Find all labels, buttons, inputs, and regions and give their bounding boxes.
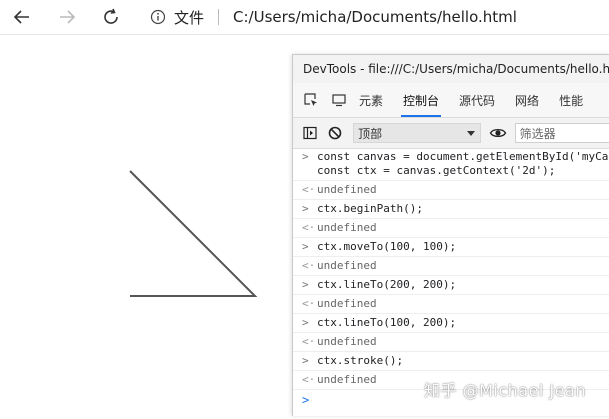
console-input: ctx.moveTo(100, 100); bbox=[317, 240, 457, 253]
input-chevron-icon: > bbox=[302, 316, 309, 329]
site-info-label[interactable]: 文件 bbox=[174, 7, 204, 28]
console-output-row: <· undefined bbox=[293, 181, 609, 200]
output-chevron-icon: <· bbox=[302, 183, 316, 196]
tab-network[interactable]: 网络 bbox=[505, 83, 549, 117]
console-input: ctx.lineTo(100, 200); bbox=[317, 316, 457, 329]
dropdown-arrow-icon bbox=[466, 131, 475, 136]
output-chevron-icon: <· bbox=[302, 259, 316, 272]
tab-sources[interactable]: 源代码 bbox=[449, 83, 505, 117]
forward-arrow-icon bbox=[60, 10, 76, 24]
clear-console-button[interactable] bbox=[326, 124, 343, 142]
filter-input[interactable]: 筛选器 bbox=[514, 123, 609, 143]
console-input: const ctx = canvas.getContext('2d'); bbox=[317, 164, 556, 177]
console-output-row: <· undefined bbox=[293, 219, 609, 238]
console-input-row: > ctx.beginPath(); bbox=[293, 200, 609, 219]
refresh-icon bbox=[104, 8, 118, 24]
output-chevron-icon: <· bbox=[302, 221, 316, 234]
canvas-drawing bbox=[129, 170, 258, 297]
prompt-chevron-icon: > bbox=[302, 393, 310, 407]
address-bar[interactable]: 文件 C:/Users/micha/Documents/hello.html bbox=[150, 7, 517, 27]
console-output: undefined bbox=[317, 335, 377, 348]
stroked-path bbox=[129, 170, 258, 297]
input-chevron-icon: > bbox=[302, 240, 309, 253]
input-chevron-icon: > bbox=[302, 354, 309, 367]
devtools-tabbar: 元素 控制台 源代码 网络 性能 bbox=[293, 83, 609, 118]
watermark: 知乎 @Michael Jean bbox=[424, 381, 586, 400]
output-chevron-icon: <· bbox=[302, 297, 316, 310]
inspect-element-button[interactable] bbox=[301, 90, 321, 110]
output-chevron-icon: <· bbox=[302, 373, 316, 386]
console-input: const canvas = document.getElementById('… bbox=[317, 150, 609, 163]
url-text[interactable]: C:/Users/micha/Documents/hello.html bbox=[233, 8, 517, 26]
forward-button[interactable] bbox=[55, 5, 79, 29]
eye-icon bbox=[489, 128, 506, 138]
console-input-row: > ctx.lineTo(100, 200); bbox=[293, 314, 609, 333]
console-panel[interactable]: > const canvas = document.getElementById… bbox=[293, 148, 609, 416]
console-output: undefined bbox=[317, 373, 377, 386]
input-chevron-icon: > bbox=[302, 150, 309, 163]
output-chevron-icon: <· bbox=[302, 335, 316, 348]
console-input: ctx.lineTo(200, 200); bbox=[317, 278, 457, 291]
devtools-window: DevTools - file:///C:/Users/micha/Docume… bbox=[292, 54, 609, 416]
context-value: 顶部 bbox=[358, 126, 383, 141]
tab-console[interactable]: 控制台 bbox=[393, 83, 449, 117]
console-output: undefined bbox=[317, 183, 377, 196]
page-canvas bbox=[0, 35, 292, 415]
info-icon[interactable] bbox=[150, 9, 166, 25]
filter-placeholder: 筛选器 bbox=[519, 126, 556, 141]
console-toolbar: 顶部 筛选器 bbox=[293, 118, 609, 149]
sidebar-toggle-icon bbox=[302, 126, 317, 140]
console-input-row: > ctx.lineTo(200, 200); bbox=[293, 276, 609, 295]
tab-elements[interactable]: 元素 bbox=[349, 83, 393, 117]
back-arrow-icon bbox=[13, 10, 29, 24]
console-output-row: <· undefined bbox=[293, 257, 609, 276]
inspect-icon bbox=[304, 93, 317, 106]
clear-icon bbox=[328, 126, 341, 140]
tab-performance[interactable]: 性能 bbox=[549, 83, 593, 117]
console-input-row: > const canvas = document.getElementById… bbox=[293, 148, 609, 181]
console-input: ctx.stroke(); bbox=[317, 354, 404, 367]
devtools-titlebar: DevTools - file:///C:/Users/micha/Docume… bbox=[293, 55, 609, 83]
console-output-row: <· undefined bbox=[293, 295, 609, 314]
console-input-row: > ctx.stroke(); bbox=[293, 352, 609, 371]
back-button[interactable] bbox=[10, 5, 34, 29]
sidebar-toggle-button[interactable] bbox=[301, 124, 318, 142]
address-separator bbox=[218, 9, 220, 25]
live-expression-button[interactable] bbox=[489, 124, 507, 142]
device-icon bbox=[332, 94, 346, 107]
input-chevron-icon: > bbox=[302, 202, 309, 215]
refresh-button[interactable] bbox=[99, 5, 123, 29]
console-output: undefined bbox=[317, 259, 377, 272]
devtools-title: DevTools - file:///C:/Users/micha/Docume… bbox=[303, 62, 609, 76]
console-input: ctx.beginPath(); bbox=[317, 202, 423, 215]
browser-toolbar: 文件 C:/Users/micha/Documents/hello.html bbox=[0, 0, 609, 35]
console-output: undefined bbox=[317, 221, 377, 234]
device-emulation-button[interactable] bbox=[329, 90, 349, 110]
input-chevron-icon: > bbox=[302, 278, 309, 291]
console-input-row: > ctx.moveTo(100, 100); bbox=[293, 238, 609, 257]
console-output-row: <· undefined bbox=[293, 333, 609, 352]
console-output: undefined bbox=[317, 297, 377, 310]
context-selector[interactable]: 顶部 bbox=[353, 123, 481, 143]
